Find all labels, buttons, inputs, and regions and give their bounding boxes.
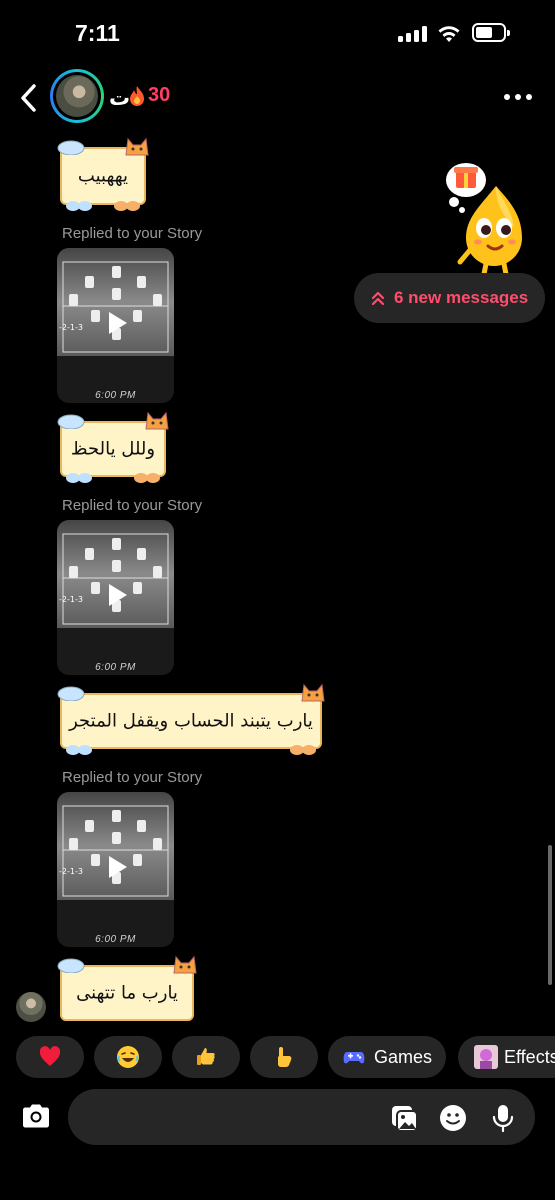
svg-text:-2-1-3: -2-1-3 (59, 595, 83, 604)
new-messages-button[interactable]: 6 new messages (354, 273, 545, 323)
story-preview-image: -2-1-3 (57, 792, 174, 900)
streak-count: 30 (148, 84, 171, 106)
contact-avatar[interactable] (50, 69, 104, 123)
replied-to-story-label: Replied to your Story (62, 769, 203, 786)
cloud-sticker-icon (57, 140, 85, 155)
story-caption: 6:00 PM (95, 390, 136, 401)
cat-sticker-icon (173, 955, 197, 974)
chat-header: ت 30 (0, 66, 555, 130)
wifi-icon (438, 26, 460, 42)
story-caption: 6:00 PM (95, 934, 136, 945)
gamepad-icon (343, 1052, 365, 1064)
paw-sticker-icon (134, 473, 160, 483)
note-message[interactable]: يارب يتبند الحساب ويقفل المتجر (57, 683, 325, 755)
cloud-sticker-icon (57, 686, 85, 701)
games-label: Games (373, 1046, 433, 1067)
story-reply-thumbnail[interactable]: -2-1-3 6:00 PM (57, 792, 174, 947)
scrollbar[interactable] (548, 845, 552, 985)
games-button[interactable]: Games (328, 1036, 446, 1078)
streak-badge: 30 (128, 84, 170, 107)
heart-icon (39, 1046, 61, 1066)
paw-sticker-icon (290, 745, 316, 755)
battery-icon (472, 23, 510, 42)
paw-sticker-icon (114, 201, 140, 211)
gift-mascot-sticker[interactable] (440, 158, 530, 276)
double-chevron-up-icon (371, 291, 385, 306)
svg-text:-2-1-3: -2-1-3 (59, 867, 83, 876)
cloud-sticker-icon (57, 414, 85, 429)
message-composer[interactable] (68, 1089, 535, 1145)
story-preview-image: -2-1-3 (57, 520, 174, 628)
paw-sticker-icon (66, 473, 92, 483)
play-icon (109, 584, 127, 606)
effects-icon (474, 1045, 498, 1069)
play-icon (109, 312, 127, 334)
cat-sticker-icon (125, 137, 149, 156)
status-bar: 7:11 (0, 0, 555, 64)
new-messages-label: 6 new messages (394, 288, 529, 307)
cat-sticker-icon (301, 683, 325, 702)
story-preview-image: -2-1-3 (57, 248, 174, 356)
pointing-up-reaction-button[interactable] (250, 1036, 318, 1078)
status-time: 7:11 (75, 20, 120, 46)
back-button[interactable] (14, 80, 44, 116)
replied-to-story-label: Replied to your Story (62, 497, 203, 514)
message-input[interactable] (86, 1103, 376, 1131)
microphone-icon[interactable] (488, 1103, 518, 1133)
replied-to-story-label: Replied to your Story (62, 225, 203, 242)
heart-reaction-button[interactable] (16, 1036, 84, 1078)
note-message[interactable]: يههبيب (57, 137, 149, 211)
play-icon (109, 856, 127, 878)
gallery-icon[interactable] (389, 1103, 419, 1133)
paw-sticker-icon (66, 201, 92, 211)
more-options-button[interactable] (504, 94, 532, 102)
paw-sticker-icon (66, 745, 92, 755)
cellular-signal-icon (398, 26, 428, 42)
contact-name[interactable]: ت (109, 86, 130, 111)
sticker-icon[interactable] (438, 1103, 468, 1133)
pointing-up-icon (278, 1047, 292, 1067)
thumbs-up-icon (197, 1048, 215, 1065)
sender-avatar[interactable] (16, 992, 46, 1022)
story-caption: 6:00 PM (95, 662, 136, 673)
cat-sticker-icon (145, 411, 169, 430)
camera-button[interactable] (19, 1099, 53, 1133)
note-message[interactable]: يارب ما تتهنى (57, 955, 197, 1021)
laughing-reaction-button[interactable] (94, 1036, 162, 1078)
story-reply-thumbnail[interactable]: -2-1-3 6:00 PM (57, 248, 174, 403)
story-reply-thumbnail[interactable]: -2-1-3 6:00 PM (57, 520, 174, 675)
svg-text:-2-1-3: -2-1-3 (59, 323, 83, 332)
effects-label: Effects (504, 1046, 555, 1067)
note-message[interactable]: وللل يالحظ (57, 411, 169, 483)
quick-reply-row: Games Effects (16, 1036, 555, 1078)
laughing-face-icon (117, 1046, 139, 1068)
fire-icon (130, 85, 144, 106)
cloud-sticker-icon (57, 958, 85, 973)
thumbs-up-reaction-button[interactable] (172, 1036, 240, 1078)
effects-button[interactable]: Effects (458, 1036, 555, 1078)
